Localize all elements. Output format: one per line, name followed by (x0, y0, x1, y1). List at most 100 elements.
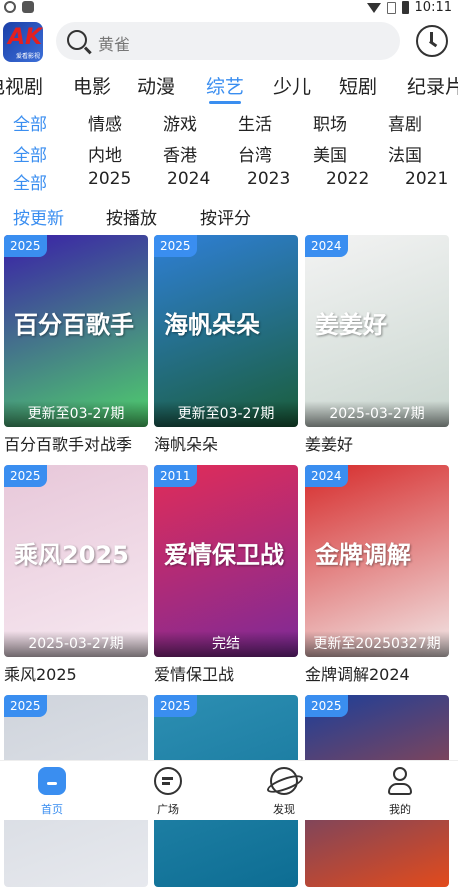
video-card[interactable]: 海帆朵朵 2025 更新至03-27期 海帆朵朵 (154, 235, 298, 455)
tab-category[interactable]: 综艺 (206, 72, 244, 99)
video-poster[interactable]: 金牌调解 2024 更新至20250327期 (305, 465, 449, 657)
video-card[interactable]: 爱情保卫战 2011 完结 爱情保卫战 (154, 465, 298, 685)
video-title[interactable]: 乘风2025 (4, 661, 148, 685)
user-icon (386, 767, 414, 795)
video-title[interactable]: 金牌调解2024 (305, 661, 449, 685)
filter-option-sort[interactable]: 按评分 (200, 204, 251, 229)
poster-title-art: 爱情保卫战 (164, 541, 284, 569)
update-status: 2025-03-27期 (305, 401, 449, 427)
tab-category[interactable]: 纪录片 (407, 72, 458, 99)
year-badge: 2025 (154, 695, 197, 717)
planet-icon (270, 767, 298, 795)
video-title[interactable]: 爱情保卫战 (154, 661, 298, 685)
filter-option-year[interactable]: 2021 (405, 169, 448, 189)
update-status: 2025-03-27期 (4, 631, 148, 657)
year-badge: 2025 (305, 695, 348, 717)
app-logo[interactable]: AK 爱看影视 (3, 22, 43, 62)
status-icons-left (4, 1, 34, 13)
chat-icon (154, 767, 182, 795)
tab-category[interactable]: 少儿 (273, 72, 311, 99)
filter-option-genre[interactable]: 职场 (313, 110, 347, 135)
nav-label: 发现 (273, 803, 295, 816)
filter-option-sort[interactable]: 按播放 (106, 204, 157, 229)
filter-option-genre[interactable]: 情感 (88, 110, 122, 135)
video-poster[interactable]: 百分百歌手 2025 更新至03-27期 (4, 235, 148, 427)
nav-item-home[interactable]: 首页 (22, 767, 82, 817)
video-poster[interactable]: 爱情保卫战 2011 完结 (154, 465, 298, 657)
poster-title-art: 海帆朵朵 (164, 311, 260, 339)
year-badge: 2011 (154, 465, 197, 487)
year-badge: 2025 (4, 465, 47, 487)
video-card[interactable]: 百分百歌手 2025 更新至03-27期 百分百歌手对战季 (4, 235, 148, 455)
filter-option-genre[interactable]: 生活 (238, 110, 272, 135)
category-tabs: 电视剧 电影动漫 综艺 少儿 短剧 纪录片 (0, 72, 458, 104)
no-sim-icon (386, 1, 396, 14)
filter-option-genre[interactable]: 游戏 (163, 110, 197, 135)
filter-row-year: 全部 2025 2024 2023 2022 2021 (0, 169, 458, 195)
status-icons-right: 10:11 (366, 0, 452, 15)
filter-option-genre[interactable]: 全部 (13, 110, 47, 135)
filter-row-genre: 全部 情感 游戏 生活 职场 喜剧 (0, 110, 458, 136)
year-badge: 2024 (305, 465, 348, 487)
video-poster[interactable]: 乘风2025 2025 2025-03-27期 (4, 465, 148, 657)
year-badge: 2025 (4, 695, 47, 717)
video-card[interactable]: 乘风2025 2025 2025-03-27期 乘风2025 (4, 465, 148, 685)
filter-option-region[interactable]: 法国 (388, 141, 422, 166)
filter-row-sort: 按更新 按播放 按评分 (0, 204, 458, 230)
nav-item-planet[interactable]: 发现 (254, 767, 314, 817)
search-input[interactable]: 黄雀 (56, 22, 400, 60)
filter-option-year[interactable]: 2024 (167, 169, 210, 189)
nav-item-chat[interactable]: 广场 (138, 767, 198, 817)
year-badge: 2024 (305, 235, 348, 257)
filter-option-year[interactable]: 全部 (13, 169, 47, 194)
year-badge: 2025 (4, 235, 47, 257)
nav-label: 广场 (157, 803, 179, 816)
history-clock-icon[interactable] (416, 25, 448, 57)
tab-category[interactable]: 电影 (73, 72, 111, 99)
filter-option-genre[interactable]: 喜剧 (388, 110, 422, 135)
filter-option-region[interactable]: 全部 (13, 141, 47, 166)
active-tab-underline (209, 101, 241, 104)
tab-category[interactable]: 动漫 (137, 72, 175, 99)
status-bar: 10:11 (0, 0, 458, 16)
filter-option-region[interactable]: 香港 (163, 141, 197, 166)
tab-category[interactable]: 电视剧 (0, 72, 43, 99)
poster-title-art: 乘风2025 (14, 541, 129, 569)
tab-category[interactable]: 短剧 (339, 72, 377, 99)
filter-option-year[interactable]: 2023 (247, 169, 290, 189)
video-card[interactable]: 金牌调解 2024 更新至20250327期 金牌调解2024 (305, 465, 449, 685)
video-title[interactable]: 海帆朵朵 (154, 431, 298, 455)
year-badge: 2025 (154, 235, 197, 257)
nav-item-user[interactable]: 我的 (370, 767, 430, 817)
filter-option-year[interactable]: 2022 (326, 169, 369, 189)
nav-label: 我的 (389, 803, 411, 816)
filter-option-region[interactable]: 内地 (88, 141, 122, 166)
video-poster[interactable]: 海帆朵朵 2025 更新至03-27期 (154, 235, 298, 427)
home-icon (38, 767, 66, 795)
search-icon (67, 30, 87, 50)
battery-icon (401, 1, 409, 14)
nav-label: 首页 (41, 803, 63, 816)
filter-option-year[interactable]: 2025 (88, 169, 131, 189)
update-status: 更新至03-27期 (154, 401, 298, 427)
poster-title-art: 姜姜好 (315, 311, 387, 339)
filter-option-sort[interactable]: 按更新 (13, 204, 64, 229)
video-poster[interactable]: 姜姜好 2024 2025-03-27期 (305, 235, 449, 427)
header: AK 爱看影视 黄雀 (0, 20, 458, 64)
notification-icon (22, 1, 34, 13)
video-title[interactable]: 百分百歌手对战季 (4, 431, 148, 455)
logo-text: AK (8, 25, 43, 50)
poster-title-art: 百分百歌手 (14, 311, 134, 339)
status-time: 10:11 (414, 0, 452, 15)
wifi-icon (366, 2, 381, 13)
search-placeholder: 黄雀 (98, 35, 131, 54)
filter-option-region[interactable]: 美国 (313, 141, 347, 166)
video-card[interactable]: 姜姜好 2024 2025-03-27期 姜姜好 (305, 235, 449, 455)
poster-title-art: 金牌调解 (315, 541, 411, 569)
update-status: 更新至20250327期 (305, 631, 449, 657)
bottom-nav: 首页 广场 发现 我的 (0, 760, 458, 820)
filter-row-region: 全部 内地 香港 台湾 美国 法国 (0, 141, 458, 167)
filter-option-region[interactable]: 台湾 (238, 141, 272, 166)
video-title[interactable]: 姜姜好 (305, 431, 449, 455)
sync-icon (4, 1, 16, 13)
